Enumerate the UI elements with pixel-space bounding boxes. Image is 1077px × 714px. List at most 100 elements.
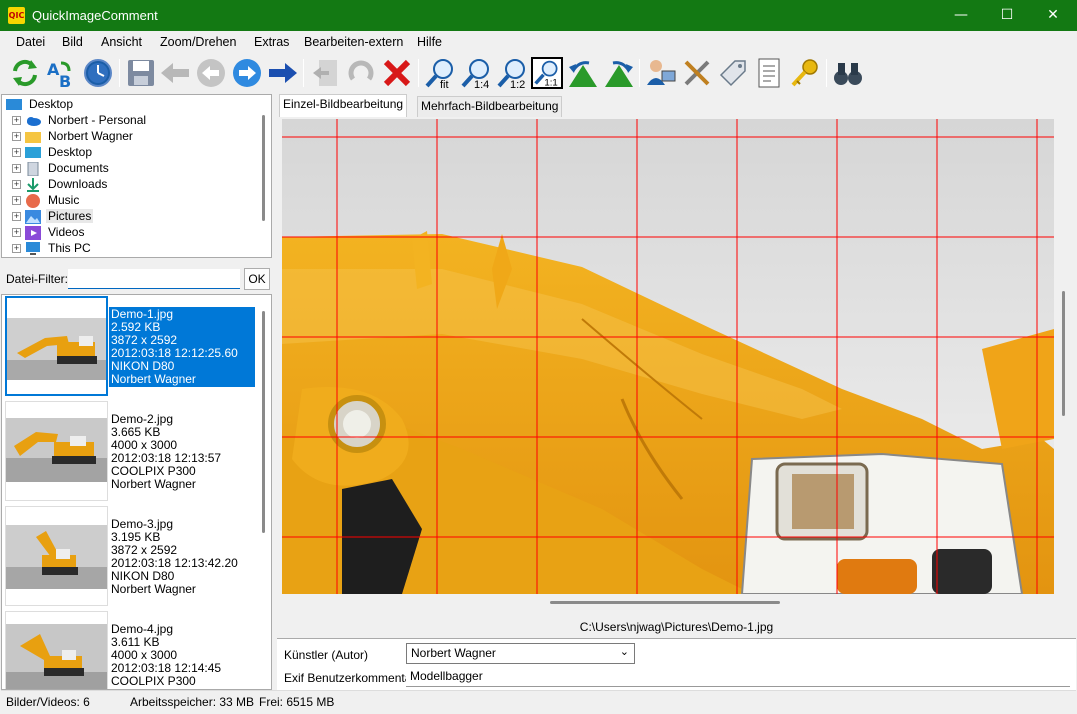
chevron-down-icon: ⌄: [619, 645, 629, 658]
artist-value: Norbert Wagner: [411, 646, 496, 660]
file-camera: COOLPIX P300: [111, 674, 196, 688]
tree-label: Norbert Wagner: [48, 129, 133, 143]
zoom-1-2-icon[interactable]: 1:2: [496, 57, 528, 89]
cloud-icon: [27, 117, 41, 126]
zoom-1-4-icon[interactable]: 1:4: [460, 57, 492, 89]
image-vscrollbar[interactable]: [1062, 291, 1065, 416]
close-button[interactable]: ✕: [1030, 0, 1076, 31]
expand-icon[interactable]: +: [12, 196, 21, 205]
comment-label: Exif Benutzerkommentar: [284, 671, 416, 685]
status-count: Bilder/Videos: 6: [6, 695, 90, 709]
app-logo-icon: QIC: [8, 7, 25, 24]
file-info: Demo-3.jpg 3.195 KB 3872 x 2592 2012:03:…: [109, 517, 255, 597]
tree-label: Music: [48, 193, 80, 207]
documents-icon: [27, 162, 39, 176]
tree-label: Downloads: [48, 177, 108, 191]
zoom-1-1-label: 1:1: [544, 77, 557, 88]
clock-icon[interactable]: [82, 57, 114, 89]
expand-icon[interactable]: +: [12, 148, 21, 157]
tree-label: Pictures: [46, 209, 94, 223]
tree-label: This PC: [48, 241, 91, 255]
undo-icon[interactable]: [345, 57, 377, 89]
status-memory: Arbeitsspeicher: 33 MB: [130, 695, 255, 709]
menu-hilfe[interactable]: Hilfe: [417, 35, 442, 49]
menu-ansicht[interactable]: Ansicht: [101, 35, 142, 49]
tab-single-edit[interactable]: Einzel-Bildbearbeitung: [279, 94, 408, 117]
zoom-fit-label: fit: [440, 79, 449, 89]
music-icon: [26, 194, 40, 208]
file-item[interactable]: Demo-2.jpg 3.665 KB 4000 x 3000 2012:03:…: [5, 401, 255, 501]
tree-label: Desktop: [29, 97, 74, 111]
filter-label: Datei-Filter:: [6, 272, 69, 286]
forward-circle-icon[interactable]: [231, 57, 263, 89]
zoom-1-4-label: 1:4: [474, 79, 489, 89]
zoom-fit-icon[interactable]: fit: [424, 57, 456, 89]
file-info: Demo-1.jpg 2.592 KB 3872 x 2592 2012:03:…: [109, 307, 255, 387]
menu-bearbeiten-extern[interactable]: Bearbeiten-extern: [304, 35, 403, 49]
file-author: Norbert Wagner: [111, 477, 196, 491]
artist-select[interactable]: Norbert Wagner ⌄: [406, 643, 635, 664]
filter-input[interactable]: [68, 269, 240, 289]
maximize-button[interactable]: ☐: [984, 0, 1030, 31]
file-list-scrollbar[interactable]: [262, 311, 265, 533]
tree-label: Videos: [48, 225, 85, 239]
thumbnail: [5, 401, 108, 501]
tab-multi-edit[interactable]: Mehrfach-Bildbearbeitung: [417, 96, 563, 117]
file-item[interactable]: Demo-3.jpg 3.195 KB 3872 x 2592 2012:03:…: [5, 506, 255, 606]
comment-input[interactable]: Modellbagger: [406, 667, 1070, 687]
rotate-right-icon[interactable]: [603, 57, 635, 89]
file-author: Norbert Wagner: [111, 372, 196, 386]
tree-scrollbar[interactable]: [262, 115, 265, 221]
minimize-button[interactable]: —: [938, 0, 984, 31]
menu-zoom-drehen[interactable]: Zoom/Drehen: [160, 35, 236, 49]
tree-label: Documents: [48, 161, 109, 175]
filter-ok-button[interactable]: OK: [244, 268, 270, 290]
file-item[interactable]: Demo-1.jpg 2.592 KB 3872 x 2592 2012:03:…: [5, 296, 255, 396]
expand-icon[interactable]: +: [12, 244, 21, 253]
next-arrow-icon[interactable]: [267, 57, 299, 89]
svg-text:B: B: [59, 72, 71, 89]
key-icon[interactable]: [789, 57, 821, 89]
file-list[interactable]: Demo-1.jpg 2.592 KB 3872 x 2592 2012:03:…: [1, 294, 272, 690]
thumbnail: [5, 611, 108, 689]
expand-icon[interactable]: +: [12, 116, 21, 125]
download-icon: [27, 178, 39, 192]
refresh-icon[interactable]: [9, 57, 41, 89]
binoculars-icon[interactable]: [832, 57, 864, 89]
expand-icon[interactable]: +: [12, 164, 21, 173]
folder-icon: [25, 132, 41, 143]
menu-datei[interactable]: Datei: [16, 35, 45, 49]
videos-icon: [25, 226, 41, 240]
delete-icon[interactable]: [381, 57, 413, 89]
save-icon[interactable]: [125, 57, 157, 89]
expand-icon[interactable]: +: [12, 132, 21, 141]
zoom-1-1-icon[interactable]: 1:1: [531, 57, 563, 89]
image-hscrollbar[interactable]: [550, 601, 780, 604]
menu-bild[interactable]: Bild: [62, 35, 83, 49]
artist-label: Künstler (Autor): [284, 648, 369, 662]
rename-icon[interactable]: A B: [45, 57, 77, 89]
rotate-left-icon[interactable]: [567, 57, 599, 89]
menu-extras[interactable]: Extras: [254, 35, 289, 49]
expand-icon[interactable]: +: [12, 180, 21, 189]
window-title: QuickImageComment: [32, 8, 158, 23]
document-icon[interactable]: [753, 57, 785, 89]
folder-tree[interactable]: Desktop + Norbert - Personal + Norbert W…: [1, 94, 272, 258]
expand-icon[interactable]: +: [12, 212, 21, 221]
tools-icon[interactable]: [681, 57, 713, 89]
file-author: Norbert Wagner: [111, 582, 196, 596]
previous-arrow-icon[interactable]: [159, 57, 191, 89]
import-icon[interactable]: [309, 57, 341, 89]
tag-icon[interactable]: [717, 57, 749, 89]
desktop-icon: [6, 99, 22, 110]
status-bar: Bilder/Videos: 6 Arbeitsspeicher: 33 MB …: [1, 690, 1076, 713]
tree-label: Desktop: [48, 145, 93, 159]
desktop-icon: [25, 147, 41, 158]
image-viewer[interactable]: [282, 119, 1054, 594]
user-config-icon[interactable]: [645, 57, 677, 89]
file-item[interactable]: Demo-4.jpg 3.611 KB 4000 x 3000 2012:03:…: [5, 611, 255, 689]
back-circle-icon[interactable]: [195, 57, 227, 89]
right-pane: Einzel-Bildbearbeitung Mehrfach-Bildbear…: [277, 94, 1076, 690]
menu-bar: Datei Bild Ansicht Zoom/Drehen Extras Be…: [1, 31, 1076, 53]
expand-icon[interactable]: +: [12, 228, 21, 237]
